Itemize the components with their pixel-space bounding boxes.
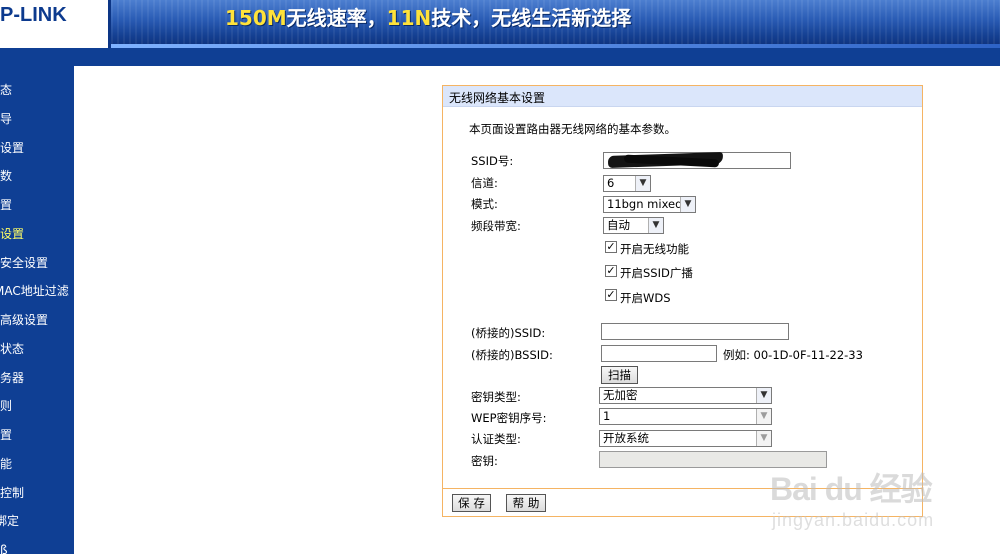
auth-type-select[interactable]: 开放系统 ▼ — [599, 430, 772, 447]
mode-label: 模式: — [471, 197, 498, 211]
bridge-bssid-input[interactable] — [601, 345, 717, 362]
key-input[interactable] — [599, 451, 827, 468]
auth-type-value: 开放系统 — [603, 431, 649, 445]
chevron-down-icon: ▼ — [756, 409, 771, 424]
sidebar-item-advanced[interactable]: 高级设置 — [0, 311, 48, 329]
brand-logo: P-LINK — [0, 0, 111, 48]
sidebar-item-15[interactable]: 绑定 — [0, 512, 19, 530]
sidebar-item-4[interactable]: 置 — [0, 196, 12, 214]
slogan-speed: 150M — [225, 6, 287, 30]
enable-ssid-broadcast-label: 开启SSID广播 — [620, 266, 693, 280]
channel-label: 信道: — [471, 176, 498, 190]
bridge-ssid-input[interactable] — [601, 323, 789, 340]
help-button[interactable]: 帮 助 — [506, 494, 546, 512]
chevron-down-icon: ▼ — [680, 197, 695, 212]
sidebar-item-11[interactable]: 则 — [0, 397, 12, 415]
enable-wds-checkbox[interactable]: ✓ — [605, 289, 617, 301]
sidebar-item-14[interactable]: 控制 — [0, 484, 24, 502]
enable-wireless-checkbox[interactable]: ✓ — [605, 241, 617, 253]
bssid-example: 例如: 00-1D-0F-11-22-33 — [723, 348, 863, 362]
header: P-LINK 150M无线速率，11N技术，无线生活新选择 — [0, 0, 1000, 57]
key-type-value: 无加密 — [603, 388, 638, 402]
content-top-band — [74, 57, 1000, 66]
slogan-11n: 11N — [386, 6, 432, 30]
sidebar-item-status[interactable]: 状态 — [0, 340, 24, 358]
sidebar-item-3[interactable]: 数 — [0, 167, 12, 185]
ssid-label: SSID号: — [471, 154, 514, 168]
enable-ssid-broadcast-checkbox[interactable]: ✓ — [605, 265, 617, 277]
enable-wireless-label: 开启无线功能 — [620, 242, 689, 256]
content-corner — [74, 66, 154, 126]
mode-value: 11bgn mixed — [607, 197, 683, 211]
slogan: 150M无线速率，11N技术，无线生活新选择 — [225, 2, 631, 31]
bandwidth-label: 频段带宽: — [471, 219, 521, 233]
banner: 150M无线速率，11N技术，无线生活新选择 — [111, 0, 1000, 48]
sidebar-item-mac-filter[interactable]: MAC地址过滤 — [0, 282, 69, 300]
scan-button[interactable]: 扫描 — [601, 366, 638, 384]
wep-index-value: 1 — [603, 409, 611, 423]
panel-description: 本页面设置路由器无线网络的基本参数。 — [469, 122, 676, 136]
sidebar-item-wireless-security[interactable]: 安全设置 — [0, 254, 48, 272]
wep-index-label: WEP密钥序号: — [471, 411, 547, 425]
save-button[interactable]: 保 存 — [452, 494, 491, 512]
panel-title-bar: 无线网络基本设置 — [443, 86, 922, 107]
key-type-label: 密钥类型: — [471, 390, 521, 404]
sidebar-item-1[interactable]: 导 — [0, 110, 12, 128]
slogan-part-4: 技术，无线生活新选择 — [431, 6, 632, 30]
key-label: 密钥: — [471, 454, 498, 468]
ssid-input[interactable] — [603, 151, 791, 169]
bandwidth-select[interactable]: 自动 ▼ — [603, 217, 664, 234]
auth-type-label: 认证类型: — [471, 432, 521, 446]
sidebar-item-wireless-basic[interactable]: 设置 — [0, 225, 24, 243]
bridge-ssid-label: (桥接的)SSID: — [471, 326, 546, 340]
wireless-basic-settings-panel: 无线网络基本设置 本页面设置路由器无线网络的基本参数。 SSID号: 信道: 6… — [442, 85, 923, 517]
logo-text: P-LINK — [0, 4, 67, 26]
mode-select[interactable]: 11bgn mixed ▼ — [603, 196, 696, 213]
enable-wds-label: 开启WDS — [620, 291, 671, 305]
chevron-down-icon: ▼ — [756, 431, 771, 446]
chevron-down-icon: ▼ — [648, 218, 663, 233]
chevron-down-icon: ▼ — [756, 388, 771, 403]
sidebar — [0, 57, 74, 554]
sidebar-item-0[interactable]: 态 — [0, 81, 12, 99]
bridge-bssid-label: (桥接的)BSSID: — [471, 348, 553, 362]
channel-value: 6 — [607, 176, 615, 190]
bandwidth-value: 自动 — [607, 218, 630, 232]
slogan-part-2: 无线速率， — [286, 6, 387, 30]
sidebar-item-2[interactable]: 设置 — [0, 139, 24, 157]
sidebar-item-12[interactable]: 置 — [0, 426, 12, 444]
sidebar-item-16[interactable]: ß — [0, 541, 8, 559]
chevron-down-icon: ▼ — [635, 176, 650, 191]
sidebar-item-13[interactable]: 能 — [0, 455, 12, 473]
wep-index-select[interactable]: 1 ▼ — [599, 408, 772, 425]
channel-select[interactable]: 6 ▼ — [603, 175, 651, 192]
sidebar-item-10[interactable]: 务器 — [0, 369, 24, 387]
panel-title: 无线网络基本设置 — [449, 91, 546, 105]
panel-footer-divider — [443, 488, 922, 489]
key-type-select[interactable]: 无加密 ▼ — [599, 387, 772, 404]
header-base — [0, 48, 1000, 57]
